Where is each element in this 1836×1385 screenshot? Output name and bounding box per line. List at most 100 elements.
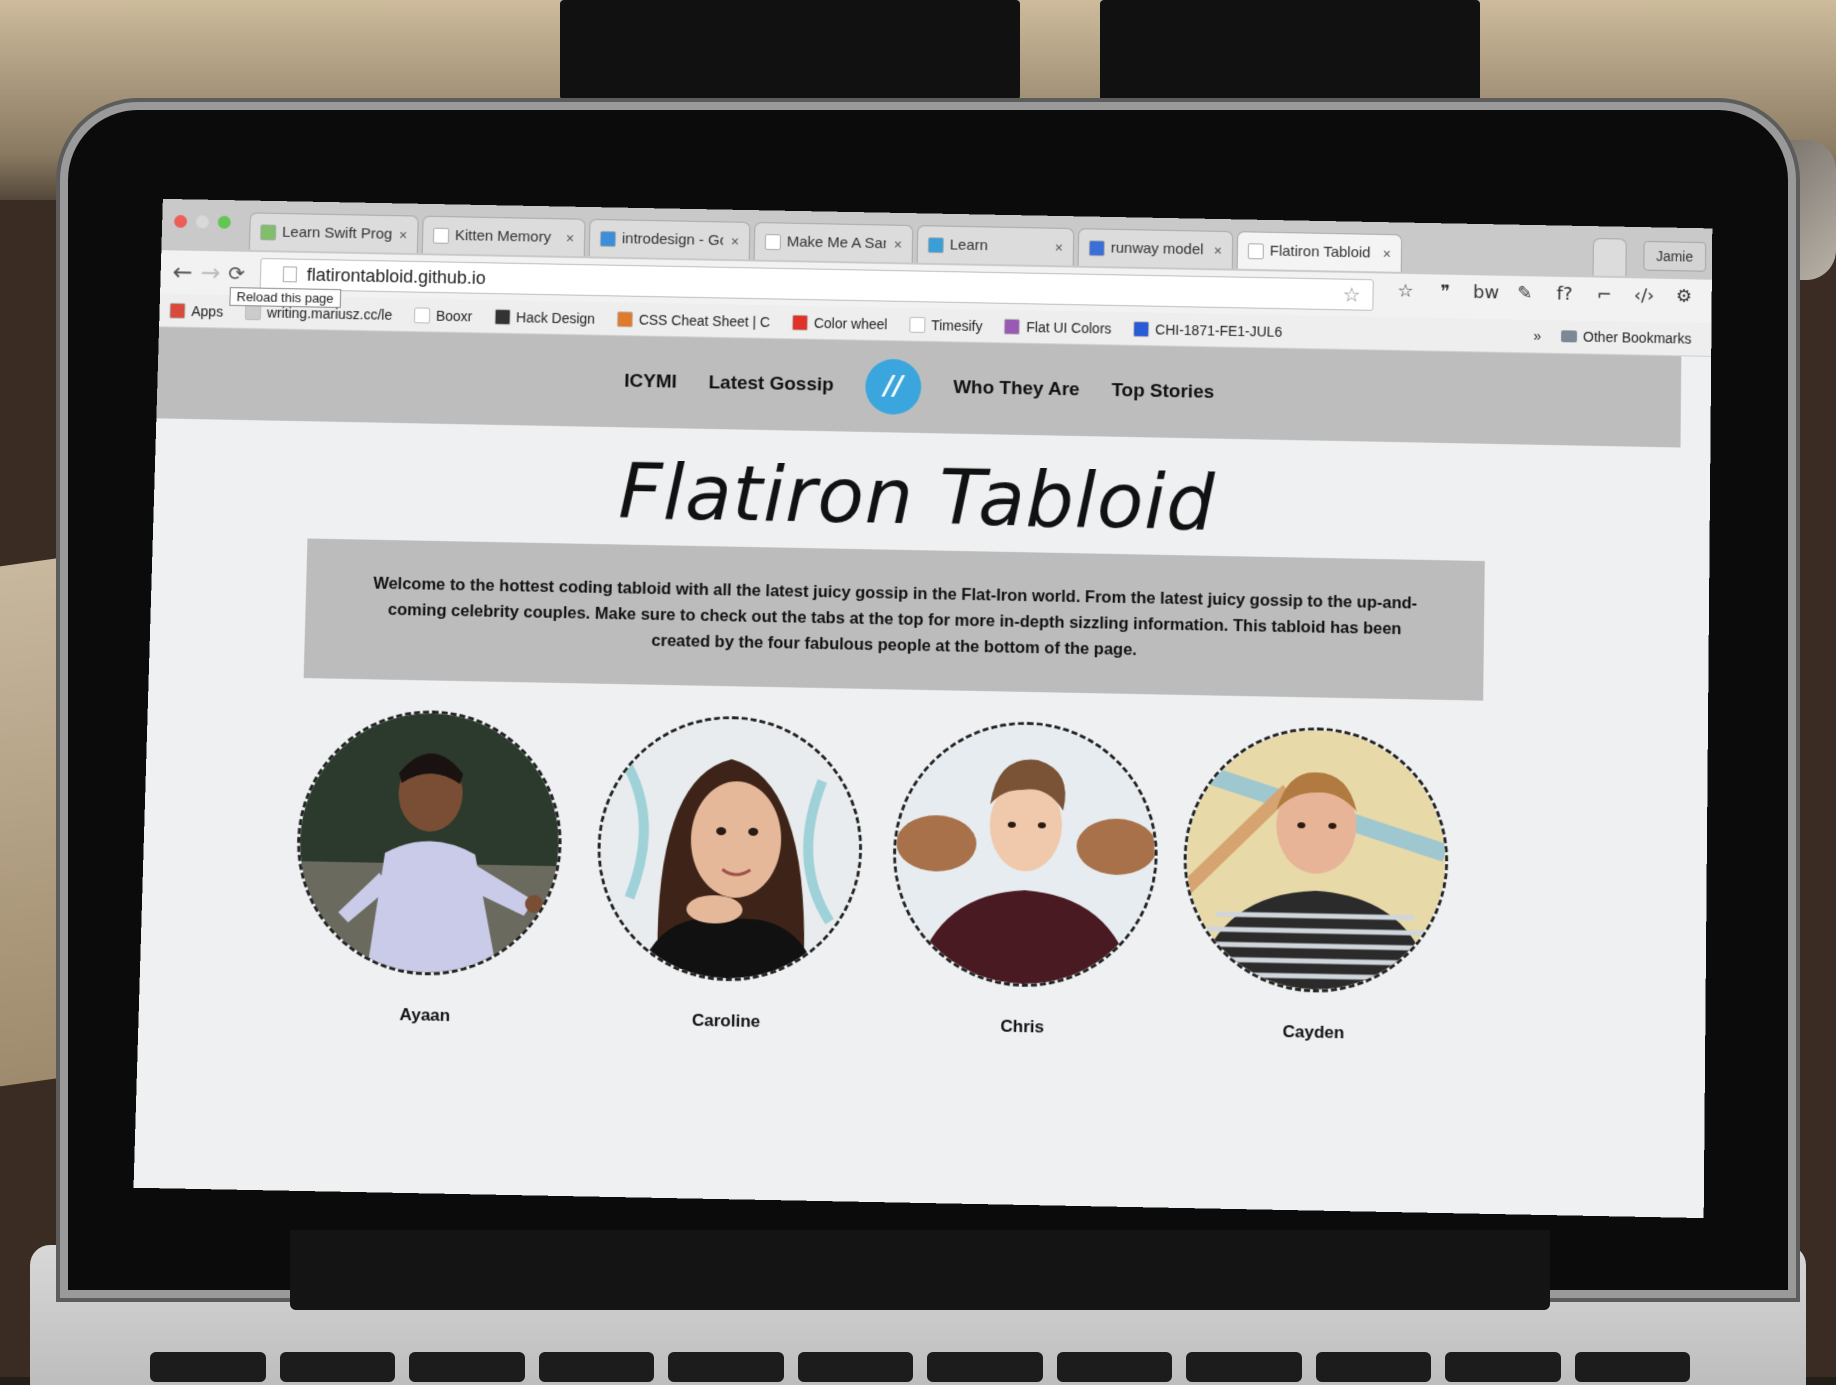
nav-link-top-stories[interactable]: Top Stories [1111,380,1214,404]
tab-6[interactable]: Flatiron Tabloid × [1236,231,1403,272]
close-tab-icon[interactable]: × [399,227,408,243]
team-member-name: Chris [1000,1016,1045,1037]
bookmark-favicon-icon [1133,320,1150,337]
close-tab-icon[interactable]: × [1383,245,1391,261]
team-member: Caroline [590,713,867,1034]
bookmark-label: Booxr [435,307,473,324]
tab-label: Kitten Memory [454,227,552,246]
back-arrow-icon[interactable]: ← [172,258,193,286]
tab-3[interactable]: Make Me A Sammic × [753,222,914,263]
close-tab-icon[interactable]: × [566,230,575,246]
close-window-button[interactable] [173,214,188,228]
tab-favicon-icon [260,223,277,241]
nav-link-icymi[interactable]: ICYMI [624,371,677,394]
team-member: Cayden [1178,724,1453,1045]
keyboard [150,1352,1690,1382]
bookmark-label: Flat UI Colors [1026,318,1112,337]
star-icon[interactable]: ☆ [1393,280,1417,304]
bookmark-label: Color wheel [813,314,888,332]
team-member-name: Caroline [691,1010,761,1032]
site-logo[interactable]: // [864,358,922,416]
profile-button[interactable]: Jamie [1642,240,1707,272]
overflow-chevron-icon[interactable]: » [1533,328,1541,344]
code-icon[interactable]: ‹/› [1632,284,1656,308]
tab-2[interactable]: introdesign - Googl × [588,218,751,260]
bookmark-label: Apps [191,302,224,320]
bookmark-favicon-icon [1004,318,1021,335]
tab-label: Make Me A Sammic [786,233,887,253]
tab-label: introdesign - Googl [621,230,724,250]
tab-favicon-icon [927,236,944,253]
bookmark-star-icon[interactable]: ☆ [1343,282,1361,307]
laptop-screen: Learn Swift Program × Kitten Memory × introd… [133,198,1713,1219]
bookmark-item[interactable]: Flat UI Colors [1004,318,1112,337]
bookmark-item[interactable]: Timesify [909,316,983,334]
bookmark-favicon-icon [494,308,511,325]
bookmark-favicon-icon [791,314,809,331]
new-tab-button[interactable] [1592,237,1627,277]
team-member-name: Cayden [1282,1021,1345,1043]
font-icon[interactable]: f? [1552,283,1576,307]
minimize-window-button[interactable] [195,215,210,229]
avatar-ayaan [293,707,565,978]
tab-favicon-icon [599,230,617,247]
bookmark-favicon-icon [616,310,634,327]
tab-0[interactable]: Learn Swift Program × [248,212,419,254]
bookmark-item[interactable]: Booxr [413,306,473,324]
close-tab-icon[interactable]: × [731,233,739,249]
bookmark-item[interactable]: Color wheel [791,314,888,332]
bookmark-item[interactable]: CHI-1871-FE1-JUL6 [1133,320,1283,340]
bookmark-label: CHI-1871-FE1-JUL6 [1155,321,1283,340]
bw-icon[interactable]: bw [1473,281,1499,305]
tab-favicon-icon [764,233,782,250]
intro-text: Welcome to the hottest coding tabloid wi… [373,574,1418,660]
extension-bar: ☆❞bw✎f?⌐‹/›⚙5☰ [1393,280,1712,311]
tab-4[interactable]: Learn × [916,225,1075,266]
laptop-hinge [290,1230,1550,1310]
bookmark-label: Timesify [931,316,983,334]
team-section: Ayaan Caroline Chris Cayden [289,707,1478,1052]
tab-label: Learn [949,236,989,255]
zoom-window-button[interactable] [217,215,231,229]
bookmark-item[interactable]: Apps [169,302,223,319]
close-tab-icon[interactable]: × [1214,242,1222,258]
team-member-name: Ayaan [399,1004,451,1026]
folder-icon [1561,330,1578,343]
tab-favicon-icon [432,227,450,244]
forward-arrow-icon[interactable]: → [200,259,221,287]
bookmark-item[interactable]: Hack Design [494,308,595,326]
gear-icon[interactable]: ⚙ [1672,285,1696,309]
team-member: Chris [887,719,1163,1039]
eyedropper-icon[interactable]: ✎ [1513,282,1537,306]
other-bookmarks-label: Other Bookmarks [1582,328,1692,347]
tab-favicon-icon [1247,242,1264,259]
bookmark-favicon-icon [413,306,431,324]
tab-1[interactable]: Kitten Memory × [421,215,586,257]
close-tab-icon[interactable]: × [1055,239,1063,255]
reload-icon[interactable]: ⟳ [228,261,245,285]
nav-link-who-they-are[interactable]: Who They Are [953,377,1080,401]
reload-tooltip: Reload this page [229,287,341,308]
close-tab-icon[interactable]: × [894,236,902,252]
avatar-caroline [594,713,865,984]
ruler-icon[interactable]: ⌐ [1592,283,1616,307]
quote-icon[interactable]: ❞ [1433,280,1457,304]
tab-label: Flatiron Tabloid [1269,242,1371,262]
tab-label: Learn Swift Program [281,223,392,243]
page-title: Flatiron Tabloid [617,447,1217,547]
bookmark-label: Hack Design [515,308,596,327]
bookmark-favicon-icon [169,302,186,319]
nav-link-latest-gossip[interactable]: Latest Gossip [708,372,834,396]
team-member: Ayaan [289,707,568,1028]
web-page: ICYMI Latest Gossip // Who They Are Top … [133,327,1712,1219]
intro-box: Welcome to the hottest coding tabloid wi… [303,538,1485,701]
avatar-cayden [1181,724,1450,995]
other-bookmarks[interactable]: » Other Bookmarks [1533,328,1691,347]
tab-label: runway model carto [1110,239,1206,259]
bookmark-item[interactable]: CSS Cheat Sheet | C [616,310,771,330]
bookmark-label: CSS Cheat Sheet | C [638,311,771,330]
url-text: flatirontabloid.github.io [306,264,487,288]
page-icon [282,266,298,283]
avatar-chris [890,719,1160,990]
tab-5[interactable]: runway model carto × [1077,228,1234,269]
